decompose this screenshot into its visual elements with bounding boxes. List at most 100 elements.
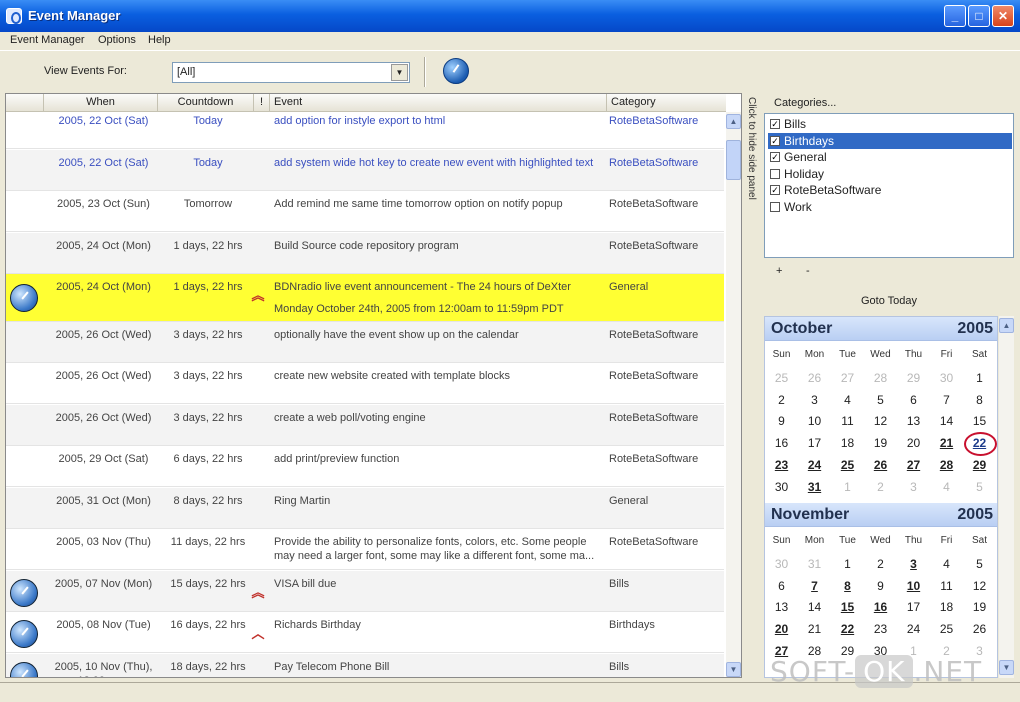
table-row[interactable]: 2005, 24 Oct (Mon) 1 days, 22 hrs BDNradio… [6,274,724,322]
header-icon-column[interactable] [6,94,44,112]
header-priority[interactable]: ! [254,94,270,112]
scroll-thumb[interactable] [726,140,741,180]
calendar-day[interactable]: 2 [864,477,897,497]
chevron-down-icon[interactable]: ▼ [391,64,408,81]
scroll-down-arrow[interactable]: ▼ [726,662,741,677]
checkbox-checked-icon[interactable]: ✓ [770,135,780,146]
calendar-scroll-down-arrow[interactable]: ▼ [999,660,1014,675]
table-row[interactable]: 2005, 26 Oct (Wed) 3 days, 22 hrs create n… [6,363,724,404]
calendar-day[interactable]: 16 [765,433,798,453]
calendar-day[interactable]: 11 [930,576,963,596]
calendar-scroll-up-arrow[interactable]: ▲ [999,318,1014,333]
goto-today-button[interactable]: Goto Today [764,295,1014,307]
calendar-day[interactable]: 20 [765,619,798,639]
calendar-day[interactable]: 17 [897,597,930,617]
calendar-day[interactable]: 24 [897,619,930,639]
header-event[interactable]: Event [270,94,607,112]
calendar-day[interactable]: 4 [930,477,963,497]
calendar-day[interactable]: 28 [864,368,897,388]
table-row[interactable]: 2005, 31 Oct (Mon) 8 days, 22 hrs Ring Mar… [6,488,724,529]
menu-help[interactable]: Help [148,34,171,46]
table-row[interactable]: 2005, 07 Nov (Mon) 15 days, 22 hrs VISA bi… [6,571,724,612]
calendar-day[interactable]: 9 [765,411,798,431]
calendar-day[interactable]: 15 [831,597,864,617]
calendar-day[interactable]: 30 [765,554,798,574]
calendar-day[interactable]: 29 [963,455,996,475]
close-button[interactable]: ✕ [992,5,1014,27]
calendar-day[interactable]: 23 [765,455,798,475]
calendar-day[interactable]: 26 [963,619,996,639]
checkbox-checked-icon[interactable]: ✓ [770,152,780,162]
calendar-day[interactable]: 31 [798,554,831,574]
calendar-day[interactable]: 3 [897,477,930,497]
table-row[interactable]: 2005, 10 Nov (Thu),12:00 a.m. 18 days, 22… [6,654,724,677]
header-when[interactable]: When [44,94,158,112]
calendar-day[interactable]: 21 [930,433,963,453]
calendar-day[interactable]: 25 [831,455,864,475]
calendar-day[interactable]: 11 [831,411,864,431]
category-item[interactable]: Work [768,199,1012,215]
category-item[interactable]: Holiday [768,166,1012,182]
table-row[interactable]: 2005, 08 Nov (Tue) 16 days, 22 hrs Richard… [6,612,724,653]
calendar-day[interactable]: 24 [798,455,831,475]
calendar-day[interactable]: 5 [963,554,996,574]
calendar-day[interactable]: 14 [930,411,963,431]
calendar-day[interactable]: 5 [864,390,897,410]
checkbox-unchecked-icon[interactable] [770,201,780,212]
grid-scrollbar[interactable]: ▲ ▼ [726,112,741,677]
calendar-day[interactable]: 19 [864,433,897,453]
calendar-day[interactable]: 5 [963,477,996,497]
calendar-day[interactable]: 13 [897,411,930,431]
category-item[interactable]: ✓ Birthdays [768,132,1012,149]
calendar-day[interactable]: 6 [897,390,930,410]
category-item[interactable]: ✓ General [768,149,1012,165]
calendar-day[interactable]: 16 [864,597,897,617]
calendar-day[interactable]: 13 [765,597,798,617]
calendar-day[interactable]: 20 [897,433,930,453]
calendar-day[interactable]: 19 [963,597,996,617]
calendar-day[interactable]: 26 [864,455,897,475]
calendar-day[interactable]: 22 [831,619,864,639]
maximize-button[interactable]: □ [968,5,990,27]
calendar-day[interactable]: 7 [798,576,831,596]
table-row[interactable]: 2005, 26 Oct (Wed) 3 days, 22 hrs optional… [6,322,724,363]
calendar-day[interactable]: 10 [798,411,831,431]
menu-event-manager[interactable]: Event Manager [10,34,85,46]
calendar-day[interactable]: 27 [831,368,864,388]
calendar-day[interactable]: 30 [930,368,963,388]
calendar-day[interactable]: 7 [930,390,963,410]
category-item[interactable]: ✓ RoteBetaSoftware [768,182,1012,198]
calendar-day[interactable]: 1 [831,554,864,574]
calendar-day[interactable]: 31 [798,477,831,497]
header-category[interactable]: Category [607,94,726,112]
calendar-day[interactable]: 15 [963,411,996,431]
table-row[interactable]: 2005, 24 Oct (Mon) 1 days, 22 hrs Build So… [6,233,724,274]
calendar-day-today[interactable]: 22 [963,432,997,457]
calendar-day[interactable]: 18 [930,597,963,617]
calendar-day[interactable]: 4 [831,390,864,410]
calendar-day[interactable]: 10 [897,576,930,596]
recurring-alarm-icon[interactable] [10,620,38,648]
calendar-day[interactable]: 8 [831,576,864,596]
category-item[interactable]: ✓ Bills [768,116,1012,132]
calendar-day[interactable]: 14 [798,597,831,617]
new-event-clock-icon[interactable] [443,58,469,84]
calendar-day[interactable]: 21 [798,619,831,639]
checkbox-unchecked-icon[interactable] [770,168,780,179]
hide-side-panel-toggle[interactable]: Click to hide side panel [744,93,762,283]
calendar-day[interactable]: 2 [765,390,798,410]
view-events-select[interactable]: [All] ▼ [172,62,410,83]
calendar-day[interactable]: 25 [765,368,798,388]
calendar-day[interactable]: 4 [930,554,963,574]
checkbox-checked-icon[interactable]: ✓ [770,119,780,129]
table-row[interactable]: 2005, 03 Nov (Thu) 11 days, 22 hrs Provide… [6,529,724,570]
table-row[interactable]: 2005, 22 Oct (Sat) Today add system wide h… [6,150,724,191]
checkbox-checked-icon[interactable]: ✓ [770,185,780,195]
calendar-day[interactable]: 3 [897,554,930,574]
calendar-day[interactable]: 12 [864,411,897,431]
calendar-day[interactable]: 2 [864,554,897,574]
calendar-day[interactable]: 28 [930,455,963,475]
calendar-day[interactable]: 8 [963,390,996,410]
calendar-day[interactable]: 17 [798,433,831,453]
add-category-button[interactable]: + [776,265,782,277]
